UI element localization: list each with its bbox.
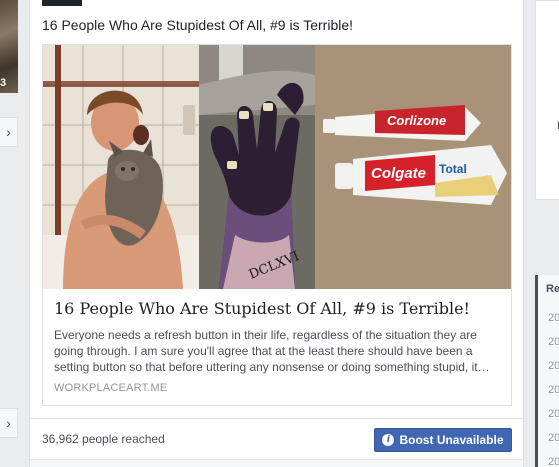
left-column: 3 › › — [0, 0, 18, 467]
image-panel-bath — [43, 45, 199, 289]
left-thumbnail[interactable]: 3 — [0, 0, 18, 93]
hand-photo: DCLXVI — [199, 45, 315, 289]
timeline-heading: Re — [546, 283, 559, 295]
toothpaste-photo: Corlizone Colgate Total — [315, 45, 511, 289]
left-thumbnail-count: 3 — [0, 77, 7, 89]
link-title[interactable]: 16 People Who Are Stupidest Of All, #9 i… — [54, 299, 500, 319]
post-text: 16 People Who Are Stupidest Of All, #9 i… — [42, 17, 354, 33]
link-domain: WORKPLACEART.ME — [54, 382, 168, 394]
right-panel: F — [535, 0, 559, 200]
chevron-right-icon[interactable]: › — [0, 117, 18, 147]
image-panel-hand: DCLXVI — [199, 45, 315, 289]
chevron-right-icon[interactable]: › — [0, 408, 18, 438]
image-panel-toothpaste: Corlizone Colgate Total — [315, 45, 511, 289]
link-preview-image[interactable]: DCLXVI Corlizone Colgate Total — [43, 45, 511, 289]
bath-photo — [43, 45, 199, 289]
post-card: 16 People Who Are Stupidest Of All, #9 i… — [29, 0, 524, 467]
link-preview[interactable]: DCLXVI Corlizone Colgate Total 16 People… — [42, 44, 512, 406]
info-icon: i — [382, 434, 395, 446]
timeline-year-item[interactable]: 20 — [548, 402, 559, 426]
timeline-years: 20 20 20 20 20 20 20 — [548, 306, 559, 467]
right-column: F Re 20 20 20 20 20 20 20 — [535, 0, 559, 467]
year-timeline: Re 20 20 20 20 20 20 20 — [535, 275, 559, 467]
avatar[interactable] — [42, 0, 82, 6]
timeline-year-item[interactable]: 20 — [548, 306, 559, 330]
tube-top-brand-text: Corlizone — [387, 113, 446, 128]
timeline-year-item[interactable]: 20 — [548, 378, 559, 402]
link-description: Everyone needs a refresh button in their… — [54, 328, 490, 374]
boost-button-label: Boost Unavailable — [399, 433, 504, 447]
timeline-year-item[interactable]: 20 — [548, 426, 559, 450]
timeline-year-item[interactable]: 20 — [548, 450, 559, 467]
tube-bottom-sub-text: Total — [439, 162, 467, 176]
boost-unavailable-button[interactable]: i Boost Unavailable — [374, 428, 512, 452]
post-footer: 36,962 people reached i Boost Unavailabl… — [30, 418, 523, 459]
page: 3 › › 16 People Who Are Stupidest Of All… — [0, 0, 559, 467]
timeline-year-item[interactable]: 20 — [548, 354, 559, 378]
link-preview-body[interactable]: 16 People Who Are Stupidest Of All, #9 i… — [43, 289, 511, 405]
timeline-year-item[interactable]: 20 — [548, 330, 559, 354]
reach-count[interactable]: 36,962 people reached — [42, 432, 165, 446]
next-card-edge — [30, 459, 523, 467]
tube-bottom-brand-text: Colgate — [371, 165, 426, 182]
